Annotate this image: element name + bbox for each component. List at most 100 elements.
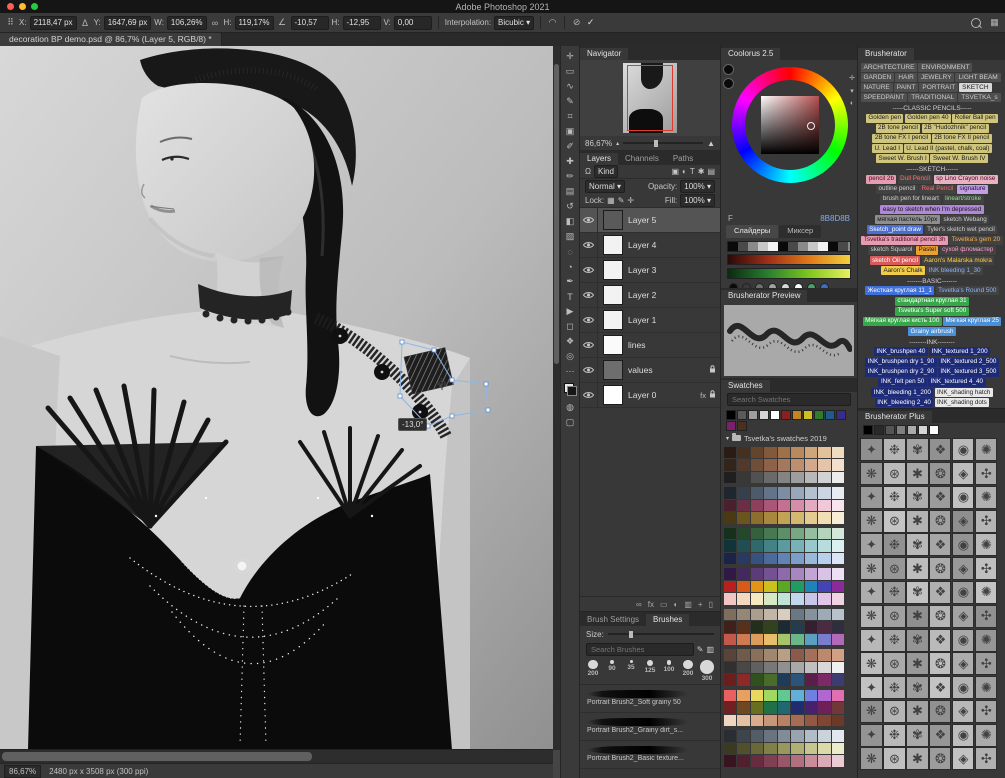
color-swatch[interactable] (831, 580, 844, 592)
brush-preset-button[interactable]: Мягкая круглая 25 (943, 316, 1002, 326)
brush-thumbnail[interactable]: ◈ (952, 699, 975, 723)
layer-visibility-toggle[interactable] (580, 358, 598, 382)
blend-mode-select[interactable]: Normal ▾ (585, 180, 626, 193)
color-swatch[interactable] (818, 593, 831, 605)
color-swatch[interactable] (764, 633, 777, 645)
color-swatch[interactable] (777, 471, 790, 483)
standard-swatch[interactable] (835, 409, 846, 420)
color-swatch[interactable] (737, 580, 750, 592)
color-swatch[interactable] (804, 446, 817, 458)
color-swatch[interactable] (764, 471, 777, 483)
color-swatch[interactable] (764, 593, 777, 605)
layer-visibility-toggle[interactable] (580, 233, 598, 257)
brush-preset-button[interactable]: сухой фломастер (939, 245, 996, 255)
color-swatch[interactable] (777, 527, 790, 539)
color-swatch[interactable] (764, 568, 777, 580)
workspace-switcher-icon[interactable]: ▦ (989, 17, 1000, 28)
color-swatch[interactable] (804, 512, 817, 524)
color-swatch[interactable] (831, 499, 844, 511)
zoom-level-field[interactable]: 86,67% (4, 764, 42, 778)
layer-row-values[interactable]: values (580, 358, 720, 383)
color-swatch[interactable] (818, 661, 831, 673)
color-swatch[interactable] (777, 540, 790, 552)
color-swatch[interactable] (831, 674, 844, 686)
search-icon[interactable] (971, 17, 981, 28)
color-swatch[interactable] (750, 527, 763, 539)
brush-thumbnail[interactable]: ✾ (906, 580, 929, 604)
brush-thumbnail[interactable]: ❉ (883, 533, 906, 557)
color-swatch[interactable] (804, 471, 817, 483)
navigator-zoom-slider[interactable] (623, 139, 704, 147)
standard-swatch[interactable] (758, 409, 769, 420)
color-swatch[interactable] (750, 580, 763, 592)
brush-item[interactable]: Portrait Brush2_Grainy dirt_s... (580, 713, 720, 741)
color-swatch[interactable] (777, 593, 790, 605)
color-swatch[interactable] (831, 527, 844, 539)
marquee-tool[interactable]: ▭ (562, 64, 578, 79)
color-swatch[interactable] (737, 459, 750, 471)
color-swatch[interactable] (723, 689, 736, 701)
tab-coolorus[interactable]: Coolorus 2.5 (721, 48, 781, 60)
color-swatch[interactable] (750, 512, 763, 524)
tab-mixer[interactable]: Миксер (779, 225, 822, 238)
cancel-transform-button[interactable]: ⊘ (571, 17, 582, 28)
color-swatch[interactable] (750, 702, 763, 714)
brush-preset-button[interactable]: Real Pencil (919, 184, 956, 194)
color-swatch[interactable] (750, 730, 763, 742)
new-layer-icon[interactable]: + (698, 600, 703, 609)
screen-mode-toggle[interactable]: ▢ (562, 415, 578, 430)
color-swatch[interactable] (804, 608, 817, 620)
color-swatch[interactable] (750, 755, 763, 767)
quick-selection-tool[interactable]: ✎ (562, 94, 578, 109)
tab-brush-settings[interactable]: Brush Settings (580, 614, 646, 626)
category-hair[interactable]: HAIR (895, 72, 917, 82)
color-swatch[interactable] (764, 459, 777, 471)
brush-thumbnail[interactable]: ❉ (883, 438, 906, 462)
color-swatch[interactable] (737, 755, 750, 767)
color-wheel-area[interactable]: ✛ ▾ ◐ (721, 60, 857, 212)
color-swatch[interactable] (750, 446, 763, 458)
brush-thumbnail[interactable]: ✾ (906, 533, 929, 557)
color-swatch[interactable] (791, 499, 804, 511)
layer-visibility-toggle[interactable] (580, 258, 598, 282)
brush-thumbnail[interactable]: ◉ (952, 628, 975, 652)
foreground-background-swatches[interactable] (563, 383, 577, 396)
brush-preset-button[interactable]: Grainy airbrush (907, 327, 957, 337)
color-swatch[interactable] (750, 649, 763, 661)
brush-preset-button[interactable]: 2B tone pencil (875, 123, 921, 133)
color-swatch[interactable] (737, 649, 750, 661)
layer-thumbnail[interactable] (603, 260, 623, 280)
color-swatch[interactable] (750, 540, 763, 552)
filter-type-icon[interactable]: T (690, 167, 695, 176)
brush-preset-button[interactable]: U. Lead II (pastel, chalk, coal) (903, 144, 993, 154)
brush-preset-button[interactable]: Dull Pencil (897, 174, 933, 184)
color-swatch[interactable] (777, 446, 790, 458)
brush-size-preset[interactable]: 100 (661, 658, 677, 682)
color-swatch[interactable] (737, 621, 750, 633)
color-swatch[interactable] (818, 742, 831, 754)
folder-expand-icon[interactable]: ▾ (726, 435, 729, 442)
brush-thumbnail[interactable]: ✱ (906, 747, 929, 771)
color-swatch[interactable] (777, 568, 790, 580)
brush-preset-button[interactable]: INK_shading hatch (934, 388, 993, 398)
color-swatch[interactable] (804, 459, 817, 471)
brush-item[interactable]: Portrait Brush2_Soft grainy 50 (580, 685, 720, 713)
layer-thumbnail[interactable] (603, 310, 623, 330)
color-swatch[interactable] (723, 499, 736, 511)
height-field[interactable]: 119,17% (234, 15, 274, 30)
color-swatch[interactable] (818, 568, 831, 580)
brush-preset-button[interactable]: sketch Squarol (868, 245, 915, 255)
color-swatch[interactable] (737, 552, 750, 564)
brush-thumbnail[interactable]: ✺ (975, 485, 998, 509)
color-swatch[interactable] (818, 580, 831, 592)
layer-fx-badge[interactable]: fx (700, 391, 706, 400)
brush-thumbnail[interactable]: ✾ (906, 676, 929, 700)
brush-thumbnail[interactable]: ◈ (952, 462, 975, 486)
layer-thumbnail[interactable] (603, 335, 623, 355)
color-swatch[interactable] (831, 661, 844, 673)
brush-preset-button[interactable]: Tsvetka's Super soft 500 (895, 306, 969, 316)
zoom-in-icon[interactable]: ▲ (707, 139, 715, 148)
standard-swatch[interactable] (824, 409, 835, 420)
brush-thumbnail[interactable]: ✺ (975, 580, 998, 604)
brush-preset-button[interactable]: 2B "Hudozhnik" pencil (921, 123, 989, 133)
